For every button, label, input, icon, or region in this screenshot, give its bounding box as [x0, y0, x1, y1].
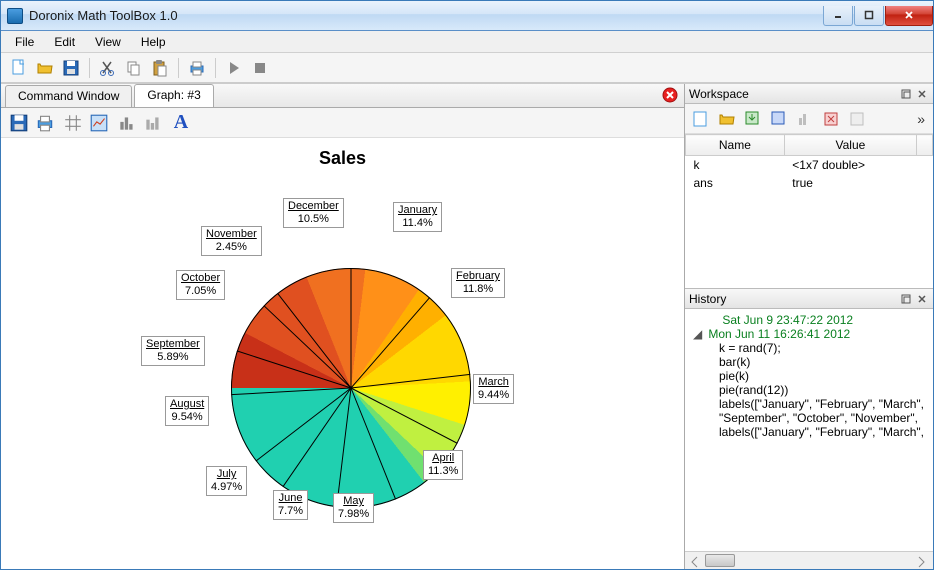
workspace-toolbar: »: [685, 104, 933, 134]
history-panel: History Sat Jun 9 23:47:22 2012◢ Mon Jun…: [685, 289, 933, 569]
pie-label: December10.5%: [283, 198, 344, 228]
table-row[interactable]: k<1x7 double>: [686, 156, 933, 175]
tab-row: Command Window Graph: #3: [1, 84, 684, 108]
menu-help[interactable]: Help: [131, 32, 176, 52]
workspace-close-button[interactable]: [915, 87, 929, 101]
history-command[interactable]: "September", "October", "November",: [691, 411, 927, 425]
history-command[interactable]: labels(["January", "February", "March",: [691, 425, 927, 439]
maximize-button[interactable]: [854, 6, 884, 26]
pie-label: June7.7%: [273, 490, 308, 520]
history-command[interactable]: pie(rand(12)): [691, 383, 927, 397]
graph-toolbar: A: [1, 108, 684, 138]
new-file-button[interactable]: [7, 56, 31, 80]
pie-label: October7.05%: [176, 270, 225, 300]
run-button[interactable]: [222, 56, 246, 80]
history-list[interactable]: Sat Jun 9 23:47:22 2012◢ Mon Jun 11 16:2…: [685, 309, 933, 551]
pie-label: November2.45%: [201, 226, 262, 256]
titlebar[interactable]: Doronix Math ToolBox 1.0: [1, 1, 933, 31]
ws-col-value[interactable]: Value: [784, 135, 916, 156]
workspace-title: Workspace: [689, 87, 749, 101]
menubar: File Edit View Help: [1, 31, 933, 53]
history-title: History: [689, 292, 726, 306]
minimize-button[interactable]: [823, 6, 853, 26]
history-close-button[interactable]: [915, 292, 929, 306]
ws-save-button[interactable]: [767, 107, 791, 131]
pie-label: March9.44%: [473, 374, 514, 404]
menu-view[interactable]: View: [85, 32, 131, 52]
side-panel: Workspace » Name Valu: [685, 84, 933, 569]
history-scrollbar[interactable]: [685, 551, 933, 569]
history-command[interactable]: pie(k): [691, 369, 927, 383]
scrollbar-thumb[interactable]: [705, 554, 735, 567]
ws-col-name[interactable]: Name: [686, 135, 785, 156]
save-button[interactable]: [59, 56, 83, 80]
ws-plot-button[interactable]: [793, 107, 817, 131]
pie-label: January11.4%: [393, 202, 442, 232]
workspace-table[interactable]: Name Value k<1x7 double>anstrue: [685, 134, 933, 289]
paste-button[interactable]: [148, 56, 172, 80]
bar-chart-button[interactable]: [115, 111, 139, 135]
workspace-undock-button[interactable]: [899, 87, 913, 101]
text-annotation-button[interactable]: A: [169, 111, 193, 135]
history-header: History: [685, 289, 933, 309]
ws-new-var-button[interactable]: [689, 107, 713, 131]
app-icon: [7, 8, 23, 24]
tab-graph[interactable]: Graph: #3: [134, 84, 213, 107]
chart-title: Sales: [1, 148, 684, 169]
history-command[interactable]: bar(k): [691, 355, 927, 369]
history-date[interactable]: ◢ Mon Jun 11 16:26:41 2012: [691, 327, 927, 341]
graph-print-button[interactable]: [33, 111, 57, 135]
menu-file[interactable]: File: [5, 32, 44, 52]
pie-label: July4.97%: [206, 466, 247, 496]
main-panel: Command Window Graph: #3 A Sales: [1, 84, 685, 569]
app-window: Doronix Math ToolBox 1.0 File Edit View …: [0, 0, 934, 570]
history-command[interactable]: labels(["January", "February", "March",: [691, 397, 927, 411]
open-file-button[interactable]: [33, 56, 57, 80]
stop-button[interactable]: [248, 56, 272, 80]
print-button[interactable]: [185, 56, 209, 80]
history-undock-button[interactable]: [899, 292, 913, 306]
ws-open-button[interactable]: [715, 107, 739, 131]
copy-button[interactable]: [122, 56, 146, 80]
bar-chart-alt-button[interactable]: [141, 111, 165, 135]
grid-toggle-button[interactable]: [61, 111, 85, 135]
tab-command-window[interactable]: Command Window: [5, 85, 132, 107]
menu-edit[interactable]: Edit: [44, 32, 85, 52]
ws-delete-button[interactable]: [819, 107, 843, 131]
history-date[interactable]: Sat Jun 9 23:47:22 2012: [691, 313, 927, 327]
ws-more-button[interactable]: »: [913, 111, 929, 127]
axes-box-button[interactable]: [87, 111, 111, 135]
table-row[interactable]: anstrue: [686, 174, 933, 192]
graph-area[interactable]: Sales January11.4% February11.8% March9.44…: [1, 138, 684, 569]
pie-label: April11.3%: [423, 450, 463, 480]
close-button[interactable]: [885, 6, 933, 26]
workspace-header: Workspace: [685, 84, 933, 104]
ws-import-button[interactable]: [741, 107, 765, 131]
history-command[interactable]: k = rand(7);: [691, 341, 927, 355]
pie-label: May7.98%: [333, 493, 374, 523]
graph-save-button[interactable]: [7, 111, 31, 135]
window-title: Doronix Math ToolBox 1.0: [29, 8, 822, 23]
main-toolbar: [1, 53, 933, 83]
pie-label: August9.54%: [165, 396, 209, 426]
cut-button[interactable]: [96, 56, 120, 80]
pie-label: September5.89%: [141, 336, 205, 366]
pie-label: February11.8%: [451, 268, 505, 298]
tab-close-button[interactable]: [662, 87, 678, 103]
ws-clear-button[interactable]: [845, 107, 869, 131]
